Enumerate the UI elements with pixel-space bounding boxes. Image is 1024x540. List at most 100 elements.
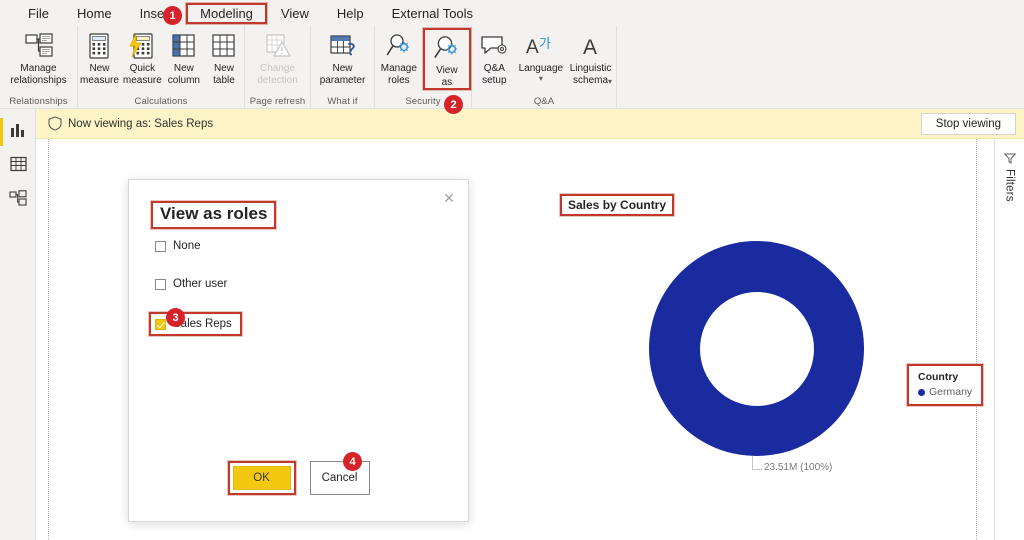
ribbon-group-label-relationships: Relationships xyxy=(9,96,68,107)
donut-data-label: 23.51M (100%) xyxy=(764,462,833,473)
manage-roles-label: Manage roles xyxy=(380,63,417,86)
tab-external-tools[interactable]: External Tools xyxy=(378,3,487,24)
dialog-title-highlight: View as roles xyxy=(151,201,277,229)
quick-measure-label: Quick measure xyxy=(122,63,162,86)
ribbon-group-page-refresh: Change detection Page refresh xyxy=(245,26,311,108)
language-icon: A 가 xyxy=(526,31,556,61)
ok-button-highlight: OK xyxy=(227,461,296,495)
new-column-icon xyxy=(171,31,196,61)
data-view-icon xyxy=(9,156,27,177)
annotation-badge-3: 3 xyxy=(166,308,185,327)
new-column-label: New column xyxy=(167,63,200,86)
linguistic-schema-label: Linguistic schema xyxy=(569,63,612,86)
language-label: Language xyxy=(518,63,564,74)
power-bi-desktop-window: File Home Insert Modeling View Help Exte… xyxy=(0,0,1024,540)
change-detection-label: Change detection xyxy=(257,63,298,86)
filter-icon xyxy=(1003,153,1016,164)
view-as-label: View as xyxy=(436,65,458,88)
quick-measure-button[interactable]: Quick measure xyxy=(121,28,164,86)
ribbon-group-label-page-refresh: Page refresh xyxy=(249,96,306,107)
sidebar-item-model-view[interactable] xyxy=(0,183,36,217)
model-view-icon xyxy=(9,189,27,211)
ribbon-group-calculations: New measure Quick measure New column New… xyxy=(78,26,245,108)
data-label-leader-line-horizontal xyxy=(752,469,762,470)
change-detection-icon xyxy=(265,31,291,61)
new-measure-button[interactable]: New measure xyxy=(78,28,121,86)
canvas-right-guide xyxy=(976,139,977,540)
new-column-button[interactable]: New column xyxy=(164,28,204,86)
visual-title-highlight: Sales by Country xyxy=(560,194,675,216)
legend-item-germany[interactable]: Germany xyxy=(918,386,972,398)
ribbon-group-label-qa: Q&A xyxy=(533,96,555,107)
manage-relationships-button[interactable]: Manage relationships xyxy=(7,28,71,86)
annotation-badge-4: 4 xyxy=(343,452,362,471)
visual-title: Sales by Country xyxy=(560,194,675,216)
ribbon-tab-strip: File Home Insert Modeling View Help Exte… xyxy=(0,0,1024,26)
new-measure-icon xyxy=(87,31,111,61)
qa-setup-icon xyxy=(480,31,508,61)
sidebar-item-report-view[interactable] xyxy=(0,115,36,149)
chart-legend: Country Germany xyxy=(907,364,984,406)
other-user-checkbox[interactable] xyxy=(155,278,166,290)
manage-relationships-label: Manage relationships xyxy=(10,63,67,86)
new-parameter-icon xyxy=(329,31,357,61)
chevron-down-icon[interactable]: ▾ xyxy=(539,74,543,82)
role-option-none-label: None xyxy=(173,240,201,252)
tab-help[interactable]: Help xyxy=(323,3,378,24)
annotation-badge-1: 1 xyxy=(163,6,182,25)
close-icon[interactable]: ✕ xyxy=(436,186,462,210)
filters-pane-header[interactable]: Filters xyxy=(1003,153,1016,202)
ribbon-body: Manage relationships Relationships New m… xyxy=(0,26,1024,108)
tab-home[interactable]: Home xyxy=(63,3,126,24)
stop-viewing-button[interactable]: Stop viewing xyxy=(920,112,1016,135)
dialog-title: View as roles xyxy=(151,201,277,229)
donut-ring[interactable] xyxy=(649,241,864,456)
new-table-button[interactable]: New table xyxy=(204,28,244,86)
sidebar-item-data-view[interactable] xyxy=(0,149,36,183)
view-as-button[interactable]: View as xyxy=(422,28,471,90)
role-option-other-user-label: Other user xyxy=(173,278,228,290)
data-label-leader-line xyxy=(752,456,753,470)
ribbon-group-qa: Q&A setup A 가 Language ▾ A Linguistic sc… xyxy=(472,26,617,108)
shield-icon xyxy=(48,116,62,131)
view-switcher-rail xyxy=(0,109,36,540)
legend-color-swatch-icon xyxy=(918,388,925,396)
role-option-other-user[interactable]: Other user xyxy=(155,274,242,294)
change-detection-button[interactable]: Change detection xyxy=(246,28,310,86)
new-parameter-label: New parameter xyxy=(319,63,366,86)
chevron-down-icon[interactable]: ▾ xyxy=(608,78,612,86)
view-as-notification-bar: Now viewing as: Sales Reps Stop viewing xyxy=(36,109,1024,139)
tab-modeling[interactable]: Modeling xyxy=(186,2,267,24)
ribbon: File Home Insert Modeling View Help Exte… xyxy=(0,0,1024,109)
legend-item-label: Germany xyxy=(929,386,973,398)
role-option-none[interactable]: None xyxy=(155,236,242,256)
new-parameter-button[interactable]: New parameter xyxy=(311,28,374,86)
quick-measure-icon xyxy=(129,31,155,61)
legend-title: Country xyxy=(918,371,959,383)
new-table-icon xyxy=(211,31,236,61)
manage-roles-button[interactable]: Manage roles xyxy=(375,28,423,86)
dialog-button-row: OK Cancel xyxy=(129,461,468,495)
sales-reps-checkbox[interactable] xyxy=(155,318,166,330)
filters-pane-collapsed[interactable]: Filters xyxy=(994,139,1024,540)
annotation-badge-2: 2 xyxy=(444,95,463,114)
tab-view[interactable]: View xyxy=(267,3,323,24)
new-measure-label: New measure xyxy=(80,63,119,86)
language-button[interactable]: A 가 Language ▾ xyxy=(517,28,566,82)
qa-setup-button[interactable]: Q&A setup xyxy=(472,28,517,86)
linguistic-schema-icon: A xyxy=(579,31,603,61)
donut-chart-visual[interactable]: Sales by Country 23.51M (100%) Country G… xyxy=(524,194,984,540)
svg-text:가: 가 xyxy=(539,36,551,51)
ribbon-group-what-if: New parameter What if xyxy=(311,26,375,108)
view-as-roles-dialog[interactable]: ✕ View as roles None Other user Sales Re… xyxy=(128,179,469,522)
role-option-sales-reps[interactable]: Sales Reps xyxy=(149,312,242,336)
linguistic-schema-button[interactable]: A Linguistic schema ▾ xyxy=(565,28,616,86)
manage-relationships-icon xyxy=(24,31,53,61)
tab-file[interactable]: File xyxy=(14,3,63,24)
filters-pane-label: Filters xyxy=(1003,169,1016,202)
view-as-notification-text: Now viewing as: Sales Reps xyxy=(68,117,214,130)
report-view-icon xyxy=(10,122,27,143)
roles-option-list: None Other user Sales Reps xyxy=(149,236,242,354)
none-checkbox[interactable] xyxy=(155,240,166,252)
ok-button[interactable]: OK xyxy=(232,466,291,490)
